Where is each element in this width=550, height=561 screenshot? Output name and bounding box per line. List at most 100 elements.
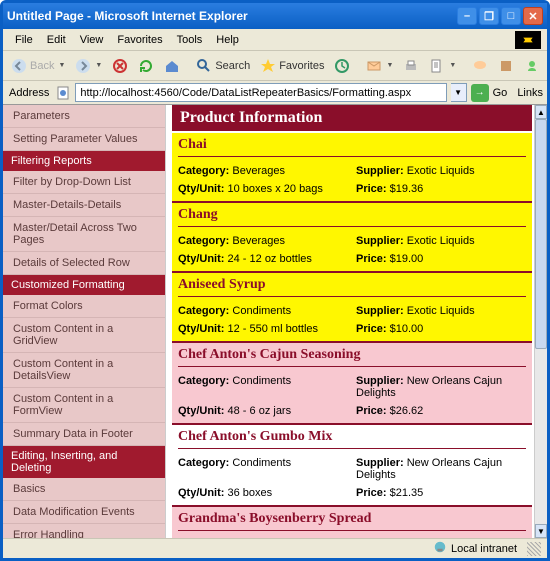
home-icon bbox=[164, 58, 180, 74]
sidebar-header[interactable]: Customized Formatting bbox=[3, 275, 165, 295]
url-dropdown[interactable]: ▼ bbox=[451, 83, 467, 102]
product-details: Category: BeveragesSupplier: Exotic Liqu… bbox=[178, 235, 526, 265]
supplier-value: Exotic Liquids bbox=[407, 165, 475, 177]
messenger-button[interactable] bbox=[520, 56, 544, 76]
go-label: Go bbox=[493, 87, 508, 99]
sidebar-item[interactable]: Format Colors bbox=[3, 295, 165, 318]
sidebar-item[interactable]: Custom Content in a DetailsView bbox=[3, 353, 165, 388]
intranet-icon bbox=[433, 540, 447, 557]
price-label: Price: bbox=[356, 183, 387, 195]
product-item: Chang Category: BeveragesSupplier: Exotic… bbox=[172, 203, 532, 273]
menu-edit[interactable]: Edit bbox=[41, 32, 72, 48]
sidebar-item[interactable]: Parameters bbox=[3, 105, 165, 128]
back-icon bbox=[11, 58, 27, 74]
forward-icon bbox=[75, 58, 91, 74]
price-value: $19.36 bbox=[390, 183, 424, 195]
menu-view[interactable]: View bbox=[74, 32, 110, 48]
sidebar-item[interactable]: Basics bbox=[3, 478, 165, 501]
go-button[interactable]: → bbox=[471, 84, 489, 102]
scroll-down-button[interactable]: ▼ bbox=[535, 524, 547, 538]
price-label: Price: bbox=[356, 405, 387, 417]
forward-button[interactable]: ▼ bbox=[71, 56, 106, 76]
category-label: Category: bbox=[178, 235, 229, 247]
menu-tools[interactable]: Tools bbox=[171, 32, 209, 48]
chevron-down-icon: ▼ bbox=[95, 62, 102, 69]
sidebar-item[interactable]: Error Handling bbox=[3, 524, 165, 538]
chevron-down-icon: ▼ bbox=[449, 62, 456, 69]
refresh-button[interactable] bbox=[134, 56, 158, 76]
favorites-button[interactable]: Favorites bbox=[256, 56, 328, 76]
product-details: Category: CondimentsSupplier: New Orlean… bbox=[178, 457, 526, 499]
scroll-up-button[interactable]: ▲ bbox=[535, 105, 547, 119]
page-title: Product Information bbox=[172, 105, 532, 131]
sidebar-item[interactable]: Master/Detail Across Two Pages bbox=[3, 217, 165, 252]
price-value: $21.35 bbox=[390, 487, 424, 499]
maximize-button[interactable]: □ bbox=[501, 7, 521, 25]
qty-label: Qty/Unit: bbox=[178, 183, 224, 195]
sidebar-item[interactable]: Details of Selected Row bbox=[3, 252, 165, 275]
sidebar-item[interactable]: Master-Details-Details bbox=[3, 194, 165, 217]
close-button[interactable]: ✕ bbox=[523, 7, 543, 25]
qty-label: Qty/Unit: bbox=[178, 487, 224, 499]
stop-icon bbox=[112, 58, 128, 74]
price-label: Price: bbox=[356, 487, 387, 499]
back-button[interactable]: Back▼ bbox=[7, 56, 69, 76]
menu-favorites[interactable]: Favorites bbox=[111, 32, 168, 48]
history-icon bbox=[334, 58, 350, 74]
menu-file[interactable]: File bbox=[9, 32, 39, 48]
scroll-thumb[interactable] bbox=[535, 119, 547, 349]
product-item: Grandma's Boysenberry SpreadCategory: Co… bbox=[172, 507, 532, 538]
product-name: Chef Anton's Cajun Seasoning bbox=[178, 347, 526, 367]
page-icon bbox=[55, 85, 71, 101]
qty-label: Qty/Unit: bbox=[178, 253, 224, 265]
history-button[interactable] bbox=[330, 56, 354, 76]
product-name: Chef Anton's Gumbo Mix bbox=[178, 429, 526, 449]
sidebar-item[interactable]: Data Modification Events bbox=[3, 501, 165, 524]
address-bar: Address http://localhost:4560/Code/DataL… bbox=[3, 81, 547, 105]
category-value: Condiments bbox=[232, 457, 291, 469]
edit-button[interactable]: ▼ bbox=[425, 56, 460, 76]
search-icon bbox=[196, 58, 212, 74]
sidebar: ParametersSetting Parameter ValuesFilter… bbox=[3, 105, 166, 538]
qty-label: Qty/Unit: bbox=[178, 405, 224, 417]
url-input[interactable]: http://localhost:4560/Code/DataListRepea… bbox=[75, 83, 446, 102]
sidebar-header[interactable]: Editing, Inserting, and Deleting bbox=[3, 446, 165, 478]
resize-grip[interactable] bbox=[527, 542, 541, 556]
qty-value: 24 - 12 oz bottles bbox=[228, 253, 312, 265]
menu-help[interactable]: Help bbox=[210, 32, 245, 48]
research-button[interactable] bbox=[494, 56, 518, 76]
mail-button[interactable]: ▼ bbox=[362, 56, 397, 76]
scrollbar[interactable]: ▲ ▼ bbox=[534, 105, 547, 538]
sidebar-item[interactable]: Summary Data in Footer bbox=[3, 423, 165, 446]
ie-window: Untitled Page - Microsoft Internet Explo… bbox=[0, 0, 550, 561]
search-button[interactable]: Search bbox=[192, 56, 254, 76]
security-zone: Local intranet bbox=[433, 540, 541, 557]
restore-button[interactable]: ❐ bbox=[479, 7, 499, 25]
main-content: Product Information ChaiCategory: Bevera… bbox=[166, 105, 534, 538]
menubar: File Edit View Favorites Tools Help bbox=[3, 29, 547, 51]
stop-button[interactable] bbox=[108, 56, 132, 76]
print-button[interactable] bbox=[399, 56, 423, 76]
sidebar-item[interactable]: Filter by Drop-Down List bbox=[3, 171, 165, 194]
print-icon bbox=[403, 58, 419, 74]
product-item: ChaiCategory: BeveragesSupplier: Exotic … bbox=[172, 133, 532, 203]
scroll-track[interactable] bbox=[535, 119, 547, 524]
links-label[interactable]: Links bbox=[517, 87, 543, 99]
product-details: Category: BeveragesSupplier: Exotic Liqu… bbox=[178, 165, 526, 195]
category-value: Beverages bbox=[232, 235, 285, 247]
product-details: Category: CondimentsSupplier: Exotic Liq… bbox=[178, 305, 526, 335]
product-name: Grandma's Boysenberry Spread bbox=[178, 511, 526, 531]
minimize-button[interactable]: – bbox=[457, 7, 477, 25]
sidebar-item[interactable]: Custom Content in a FormView bbox=[3, 388, 165, 423]
address-label: Address bbox=[7, 87, 51, 99]
product-name: Chang bbox=[178, 207, 526, 227]
supplier-label: Supplier: bbox=[356, 165, 404, 177]
supplier-label: Supplier: bbox=[356, 375, 404, 387]
qty-label: Qty/Unit: bbox=[178, 323, 224, 335]
home-button[interactable] bbox=[160, 56, 184, 76]
sidebar-item[interactable]: Custom Content in a GridView bbox=[3, 318, 165, 353]
sidebar-header[interactable]: Filtering Reports bbox=[3, 151, 165, 171]
discuss-button[interactable] bbox=[468, 56, 492, 76]
content-area: ParametersSetting Parameter ValuesFilter… bbox=[3, 105, 547, 538]
sidebar-item[interactable]: Setting Parameter Values bbox=[3, 128, 165, 151]
